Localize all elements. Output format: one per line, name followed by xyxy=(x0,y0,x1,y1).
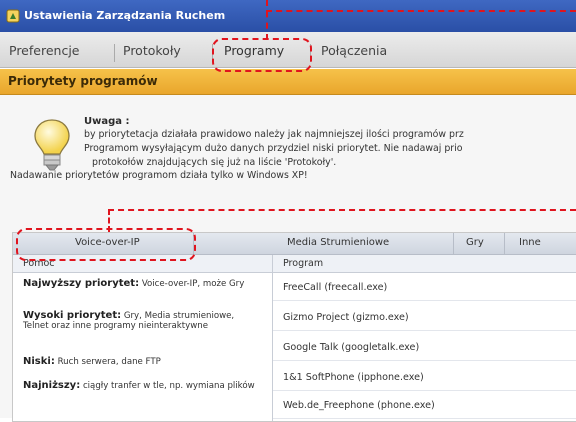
program-name: Google Talk (googletalk.exe) xyxy=(283,342,420,353)
category-tab-inne[interactable]: Inne xyxy=(519,237,541,248)
program-name: Web.de_Freephone (phone.exe) xyxy=(283,400,435,411)
section-header: Priorytety programów xyxy=(0,69,576,95)
help-item-title: Wysoki priorytet: xyxy=(23,310,122,321)
note-title: Uwaga : xyxy=(84,116,130,127)
note-line: Programom wysyłającym dużo danych przydz… xyxy=(84,143,463,154)
program-row[interactable]: Gizmo Project (gizmo.exe) xyxy=(273,305,576,331)
program-row[interactable]: Google Talk (googletalk.exe) xyxy=(273,335,576,361)
help-item-title: Najwyższy priorytet: xyxy=(23,278,140,289)
window-titlebar: Ustawienia Zarządzania Ruchem xyxy=(0,0,576,32)
tab-polaczenia[interactable]: Połączenia xyxy=(316,40,392,64)
help-item-text: Voice-over-IP, może Gry xyxy=(141,279,245,289)
category-separator xyxy=(504,233,505,255)
tab-preferencje[interactable]: Preferencje xyxy=(4,40,84,64)
callout-line-programy xyxy=(266,0,268,40)
help-item-text: Ruch serwera, dane FTP xyxy=(57,357,161,367)
category-tab-media[interactable]: Media Strumieniowe xyxy=(287,237,389,248)
tab-protokoly[interactable]: Protokoły xyxy=(118,40,186,64)
note-footer: Nadawanie priorytetów programom działa t… xyxy=(10,170,308,181)
help-item-title: Najniższy: xyxy=(23,380,81,391)
app-icon xyxy=(6,9,20,23)
note-line: by priorytetacja działała prawidowo nale… xyxy=(84,129,464,140)
help-item-text: ciągły tranfer w tle, np. wymiana plików xyxy=(82,381,255,391)
callout-line-programy xyxy=(266,10,576,12)
category-tab-gry[interactable]: Gry xyxy=(466,237,484,248)
section-title: Priorytety programów xyxy=(8,74,158,88)
program-name: 1&1 SoftPhone (ipphone.exe) xyxy=(283,372,424,383)
help-item: Wysoki priorytet: Gry, Media strumieniow… xyxy=(23,310,261,332)
note-line: protokołów znajdujących się już na liści… xyxy=(92,157,337,168)
help-item-title: Niski: xyxy=(23,356,55,367)
callout-line-voip xyxy=(108,209,576,211)
help-item: Najniższy: ciągły tranfer w tle, np. wym… xyxy=(23,380,261,392)
lightbulb-icon xyxy=(34,119,70,171)
callout-programy-tab xyxy=(212,38,312,72)
program-row[interactable]: 1&1 SoftPhone (ipphone.exe) xyxy=(273,365,576,391)
category-separator xyxy=(453,233,454,255)
help-item: Niski: Ruch serwera, dane FTP xyxy=(23,356,261,368)
program-name: FreeCall (freecall.exe) xyxy=(283,282,388,293)
help-item: Najwyższy priorytet: Voice-over-IP, może… xyxy=(23,278,261,290)
window-title: Ustawienia Zarządzania Ruchem xyxy=(24,9,226,22)
column-header-program[interactable]: Program xyxy=(283,258,323,269)
tab-separator xyxy=(114,44,115,62)
callout-voip-tab xyxy=(16,228,196,261)
program-row[interactable]: FreeCall (freecall.exe) xyxy=(273,275,576,301)
program-row[interactable]: Web.de_Freephone (phone.exe) xyxy=(273,393,576,419)
program-name: Gizmo Project (gizmo.exe) xyxy=(283,312,409,323)
